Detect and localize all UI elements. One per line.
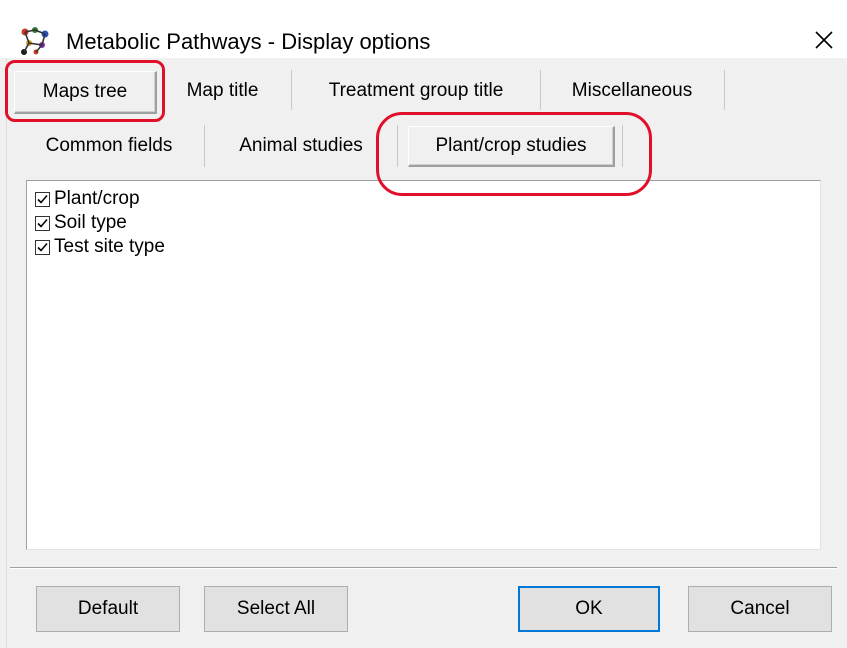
item-label: Plant/crop [54, 188, 140, 209]
field-list[interactable]: Plant/crop Soil type Test site type [26, 180, 821, 550]
list-item[interactable]: Soil type [35, 211, 127, 235]
checkbox-plant-crop[interactable] [35, 191, 50, 207]
cancel-button[interactable]: Cancel [688, 586, 832, 632]
tab-treatment-group-title[interactable]: Treatment group title [300, 78, 532, 104]
divider [10, 567, 837, 569]
molecule-icon [21, 27, 49, 55]
ok-button[interactable]: OK [518, 586, 660, 632]
check-icon [37, 242, 48, 252]
tab-maps-tree[interactable]: Maps tree [14, 71, 157, 114]
check-icon [37, 194, 48, 204]
select-all-button[interactable]: Select All [204, 586, 348, 632]
tab-separator [724, 70, 725, 110]
tab-separator [540, 70, 541, 110]
tab-miscellaneous[interactable]: Miscellaneous [548, 78, 716, 104]
tab-animal-studies[interactable]: Animal studies [216, 133, 386, 159]
window-edge [6, 58, 7, 648]
checkbox-test-site-type[interactable] [35, 239, 50, 255]
window-title: Metabolic Pathways - Display options [66, 29, 431, 54]
tab-map-title[interactable]: Map title [170, 78, 275, 104]
default-button[interactable]: Default [36, 586, 180, 632]
close-button[interactable] [806, 22, 842, 58]
list-item[interactable]: Test site type [35, 235, 165, 259]
tab-common-fields[interactable]: Common fields [28, 133, 190, 159]
tab-plant-crop-studies[interactable]: Plant/crop studies [408, 126, 615, 167]
tab-separator [291, 70, 292, 110]
tab-separator [204, 125, 205, 167]
list-item[interactable]: Plant/crop [35, 187, 140, 211]
item-label: Test site type [54, 236, 165, 257]
checkbox-soil-type[interactable] [35, 215, 50, 231]
close-icon [815, 31, 833, 49]
item-label: Soil type [54, 212, 127, 233]
tab-separator [622, 125, 623, 167]
check-icon [37, 218, 48, 228]
tab-separator [397, 125, 398, 167]
